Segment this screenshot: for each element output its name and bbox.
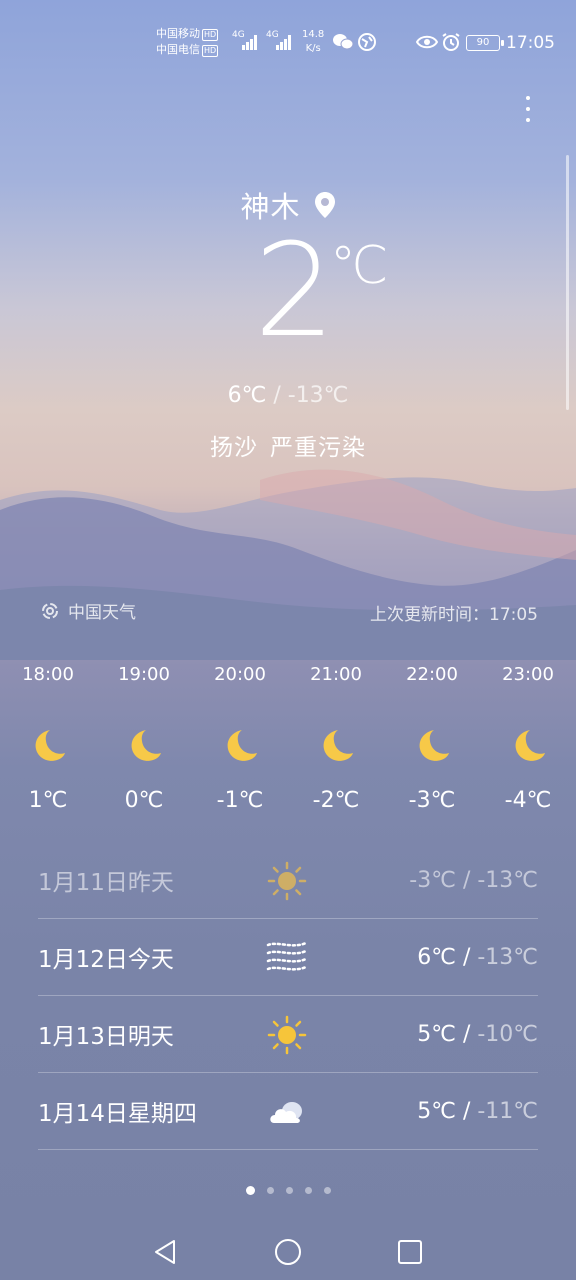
hour-time: 22:00 xyxy=(406,664,458,685)
hour-time: 21:00 xyxy=(310,664,362,685)
day-high: 6℃ xyxy=(417,944,456,970)
moon-icon xyxy=(227,730,257,761)
page-dot-active[interactable] xyxy=(245,1186,255,1195)
separator: / xyxy=(273,383,281,408)
hourly-forecast[interactable]: 18:00 1℃ 19:00 0℃ 20:00 -1℃ 21:00 -2℃ 22… xyxy=(0,664,576,813)
carrier-names: 中国移动 HD 中国电信 HD xyxy=(156,26,219,58)
hourly-item: 23:00 -4℃ xyxy=(480,664,576,813)
today-low: -13℃ xyxy=(287,383,349,408)
data-source[interactable]: 中国天气 xyxy=(40,598,136,623)
recents-square-icon xyxy=(398,1240,422,1264)
daily-forecast: 1月11日昨天 -3℃ / -13℃ 1月12日今天 6℃ / -13℃ 1月1… xyxy=(38,842,538,1150)
hour-time: 18:00 xyxy=(22,664,74,685)
temperature-unit: ℃ xyxy=(330,236,389,296)
day-low: -11℃ xyxy=(477,1098,538,1124)
moon-icon xyxy=(131,730,161,761)
day-low: -13℃ xyxy=(477,944,538,970)
day-temp-range: 5℃ / -10℃ xyxy=(417,1022,538,1047)
home-circle-icon xyxy=(275,1239,301,1265)
carrier-1: 中国移动 xyxy=(156,27,200,40)
eye-icon xyxy=(416,35,438,49)
network-speed: 14.8 K/s xyxy=(302,29,325,54)
separator: / xyxy=(462,1098,471,1124)
status-clock: 17:05 xyxy=(506,33,555,53)
hourly-item: 22:00 -3℃ xyxy=(384,664,480,813)
day-date: 1月13日明天 xyxy=(38,1024,174,1050)
day-low: -13℃ xyxy=(477,867,538,893)
air-quality[interactable]: 严重污染 xyxy=(270,435,366,461)
hour-time: 23:00 xyxy=(502,664,554,685)
alarm-icon xyxy=(442,33,460,51)
moon-icon xyxy=(419,730,449,761)
hourly-item: 20:00 -1℃ xyxy=(192,664,288,813)
hour-temp: -1℃ xyxy=(216,788,264,813)
hourly-item: 21:00 -2℃ xyxy=(288,664,384,813)
day-date: 1月14日星期四 xyxy=(38,1101,197,1127)
signal-bars-icon xyxy=(276,34,291,50)
day-temp-range: -3℃ / -13℃ xyxy=(409,868,538,893)
page-dot[interactable] xyxy=(266,1187,274,1194)
hourly-item: 18:00 1℃ xyxy=(0,664,96,813)
separator: / xyxy=(462,1021,471,1047)
daily-row-today[interactable]: 1月12日今天 6℃ / -13℃ xyxy=(38,919,538,996)
current-temperature: 2 xyxy=(254,217,336,366)
hourly-item: 19:00 0℃ xyxy=(96,664,192,813)
condition-row: 扬沙 严重污染 xyxy=(0,428,576,462)
page-dot[interactable] xyxy=(323,1187,331,1194)
weather-condition: 扬沙 xyxy=(210,435,258,461)
moon-icon xyxy=(35,730,65,761)
hour-temp: 1℃ xyxy=(28,788,68,813)
carrier-2: 中国电信 xyxy=(156,43,200,56)
day-temp-range: 5℃ / -11℃ xyxy=(417,1099,538,1124)
hour-temp: -4℃ xyxy=(504,788,552,813)
hour-temp: 0℃ xyxy=(124,788,164,813)
separator: / xyxy=(462,944,471,970)
back-triangle-icon xyxy=(155,1240,175,1264)
source-name: 中国天气 xyxy=(68,603,136,623)
last-updated: 上次更新时间：17:05 xyxy=(370,605,538,625)
today-high-low: 6℃ / -13℃ xyxy=(0,383,576,408)
location-pin-icon xyxy=(314,192,335,218)
home-button[interactable] xyxy=(268,1232,308,1272)
today-high: 6℃ xyxy=(227,383,267,408)
moon-icon xyxy=(323,730,353,761)
sun-icon xyxy=(267,1015,307,1055)
daily-row-thursday[interactable]: 1月14日星期四 5℃ / -11℃ xyxy=(38,1073,538,1150)
day-temp-range: 6℃ / -13℃ xyxy=(417,945,538,970)
hour-temp: -3℃ xyxy=(408,788,456,813)
signal-bars-icon xyxy=(242,34,257,50)
cloudy-icon xyxy=(270,1102,302,1123)
system-nav-bar xyxy=(0,1220,576,1280)
page-dot[interactable] xyxy=(285,1187,293,1194)
day-date: 1月12日今天 xyxy=(38,947,174,973)
mountain-backdrop xyxy=(0,469,576,660)
day-high: 5℃ xyxy=(417,1021,456,1047)
daily-row-yesterday[interactable]: 1月11日昨天 -3℃ / -13℃ xyxy=(38,842,538,919)
battery-indicator: 90 xyxy=(466,35,504,51)
status-bar: 中国移动 HD 中国电信 HD 4G 4G 14.8 K/s 90 17:05 xyxy=(0,0,576,80)
day-high: 5℃ xyxy=(417,1098,456,1124)
recents-button[interactable] xyxy=(390,1232,430,1272)
page-dot[interactable] xyxy=(304,1187,312,1194)
hour-temp: -2℃ xyxy=(312,788,360,813)
day-low: -10℃ xyxy=(477,1021,538,1047)
moon-icon xyxy=(515,730,545,761)
globe-icon xyxy=(358,33,376,51)
sun-icon xyxy=(267,861,307,901)
separator: / xyxy=(462,867,471,893)
day-high: -3℃ xyxy=(409,867,456,893)
page-indicator[interactable] xyxy=(0,1186,576,1195)
hd-badge: HD xyxy=(202,45,219,57)
hour-time: 19:00 xyxy=(118,664,170,685)
hd-badge: HD xyxy=(202,29,219,41)
more-menu-button[interactable] xyxy=(516,92,540,130)
china-weather-logo-icon xyxy=(42,602,58,619)
back-button[interactable] xyxy=(145,1232,185,1272)
hour-time: 20:00 xyxy=(214,664,266,685)
day-date: 1月11日昨天 xyxy=(38,870,174,896)
sandstorm-icon xyxy=(266,941,308,971)
wechat-icon xyxy=(333,34,354,50)
daily-row-tomorrow[interactable]: 1月13日明天 5℃ / -10℃ xyxy=(38,996,538,1073)
